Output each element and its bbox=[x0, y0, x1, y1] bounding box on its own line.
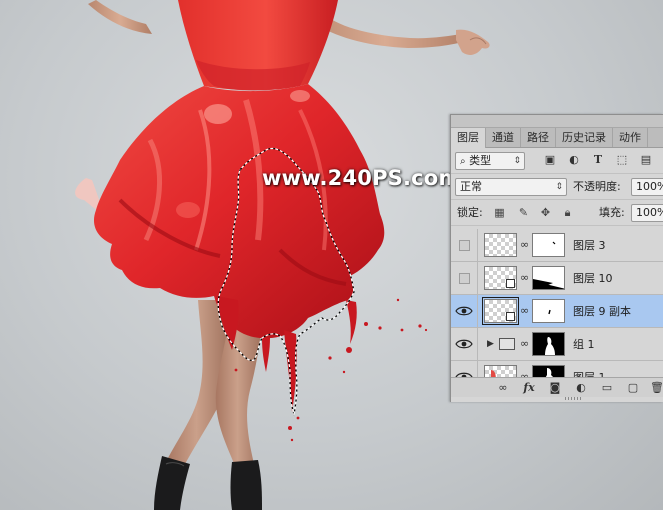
fill-label: 填充: bbox=[599, 206, 625, 219]
layer-name[interactable]: 图层 9 副本 bbox=[573, 295, 631, 328]
layer-thumbnail bbox=[484, 233, 517, 257]
lock-label: 锁定: bbox=[457, 206, 483, 219]
layer-filter-row: ⌕ 类型 ⇕ ▣ ◐ T ⬚ ▤ bbox=[451, 148, 663, 174]
adjustment-layer-icon[interactable]: ◐ bbox=[573, 381, 589, 395]
layer-name[interactable]: 图层 10 bbox=[573, 262, 613, 295]
layer-list: ∞ 图层 3 ∞ 图层 10 ∞ 图层 9 副本 ▶ ∞ 组 1 ∞ bbox=[451, 229, 663, 377]
lock-transparent-icon[interactable]: ▦ bbox=[493, 206, 506, 219]
eye-icon[interactable] bbox=[455, 370, 473, 377]
panel-tabs: 图层 通道 路径 历史记录 动作 bbox=[451, 128, 663, 148]
layers-panel: 图层 通道 路径 历史记录 动作 ⌕ 类型 ⇕ ▣ ◐ T ⬚ ▤ 正常 ⇕ 不… bbox=[450, 114, 663, 402]
new-layer-icon[interactable]: ▢ bbox=[625, 381, 641, 395]
shape-filter-icon[interactable]: ⬚ bbox=[615, 153, 629, 167]
layer-mask-thumbnail[interactable] bbox=[532, 233, 565, 257]
add-mask-icon[interactable]: ◙ bbox=[547, 381, 563, 395]
layer-row[interactable]: ∞ 图层 3 bbox=[451, 229, 663, 262]
opacity-label: 不透明度: bbox=[573, 180, 621, 193]
link-icon[interactable]: ∞ bbox=[520, 303, 529, 319]
blend-mode-value: 正常 bbox=[460, 180, 482, 193]
fill-input[interactable]: 100% bbox=[631, 204, 663, 222]
smart-object-filter-icon[interactable]: ▤ bbox=[639, 153, 653, 167]
blend-mode-select[interactable]: 正常 ⇕ bbox=[455, 178, 567, 196]
layer-thumbnail bbox=[484, 266, 517, 290]
type-filter-icon[interactable]: T bbox=[591, 153, 605, 167]
filter-kind-value: 类型 bbox=[469, 154, 492, 167]
link-icon[interactable]: ∞ bbox=[520, 369, 529, 377]
visibility-toggle[interactable] bbox=[459, 240, 470, 251]
layer-mask-thumbnail[interactable] bbox=[532, 299, 565, 323]
lock-row: 锁定: ▦ ✎ ✥ 🔒︎ 填充: 100% bbox=[451, 200, 663, 226]
shoes bbox=[154, 456, 262, 510]
tab-actions[interactable]: 动作 bbox=[613, 128, 648, 147]
folder-icon bbox=[499, 338, 515, 350]
link-icon[interactable]: ∞ bbox=[520, 270, 529, 286]
tab-channels[interactable]: 通道 bbox=[486, 128, 521, 147]
smart-object-badge-icon bbox=[506, 279, 515, 288]
delete-layer-icon[interactable]: 🗑︎ bbox=[649, 381, 663, 395]
layers-panel-footer: ∞ fx ◙ ◐ ▭ ▢ 🗑︎ bbox=[451, 377, 663, 397]
link-icon[interactable]: ∞ bbox=[520, 237, 529, 253]
layer-mask-thumbnail[interactable] bbox=[532, 332, 565, 356]
eye-icon[interactable] bbox=[455, 337, 473, 351]
layer-row-selected[interactable]: ∞ 图层 9 副本 bbox=[451, 295, 663, 328]
layer-row[interactable]: ∞ 图层 1 bbox=[451, 361, 663, 377]
layer-name[interactable]: 图层 3 bbox=[573, 229, 606, 262]
opacity-input[interactable]: 100% bbox=[631, 178, 663, 196]
resize-grip[interactable] bbox=[565, 397, 583, 400]
layer-group-row[interactable]: ▶ ∞ 组 1 bbox=[451, 328, 663, 361]
new-group-icon[interactable]: ▭ bbox=[599, 381, 615, 395]
search-icon: ⌕ bbox=[460, 156, 466, 167]
layer-row[interactable]: ∞ 图层 10 bbox=[451, 262, 663, 295]
layer-mask-thumbnail[interactable] bbox=[532, 365, 565, 377]
panel-title-bar[interactable] bbox=[451, 115, 663, 128]
pixel-filter-icon[interactable]: ▣ bbox=[543, 153, 557, 167]
layer-filter-select[interactable]: ⌕ 类型 ⇕ bbox=[455, 152, 525, 170]
layer-thumbnail bbox=[484, 365, 517, 377]
tab-layers[interactable]: 图层 bbox=[451, 128, 486, 148]
link-icon[interactable]: ∞ bbox=[520, 336, 529, 352]
blend-row: 正常 ⇕ 不透明度: 100% bbox=[451, 174, 663, 200]
layer-mask-thumbnail[interactable] bbox=[532, 266, 565, 290]
lock-position-icon[interactable]: ✥ bbox=[539, 206, 552, 219]
left-arm bbox=[88, 0, 152, 34]
layer-name[interactable]: 组 1 bbox=[573, 328, 595, 361]
chevron-updown-icon: ⇕ bbox=[513, 156, 521, 166]
expand-triangle-icon[interactable]: ▶ bbox=[487, 339, 494, 349]
smart-object-badge-icon bbox=[506, 312, 515, 321]
link-layers-icon[interactable]: ∞ bbox=[495, 381, 511, 395]
lock-all-icon[interactable]: 🔒︎ bbox=[561, 206, 574, 219]
watermark-text: www.240PS.com bbox=[262, 166, 461, 190]
tab-history[interactable]: 历史记录 bbox=[556, 128, 613, 147]
adjustment-filter-icon[interactable]: ◐ bbox=[567, 153, 581, 167]
eye-icon[interactable] bbox=[455, 304, 473, 318]
tab-paths[interactable]: 路径 bbox=[521, 128, 556, 147]
visibility-toggle[interactable] bbox=[459, 273, 470, 284]
fx-icon[interactable]: fx bbox=[521, 381, 537, 395]
layer-thumbnail bbox=[482, 297, 519, 325]
chevron-updown-icon: ⇕ bbox=[555, 182, 563, 192]
lock-brush-icon[interactable]: ✎ bbox=[517, 206, 530, 219]
layer-name[interactable]: 图层 1 bbox=[573, 361, 606, 377]
